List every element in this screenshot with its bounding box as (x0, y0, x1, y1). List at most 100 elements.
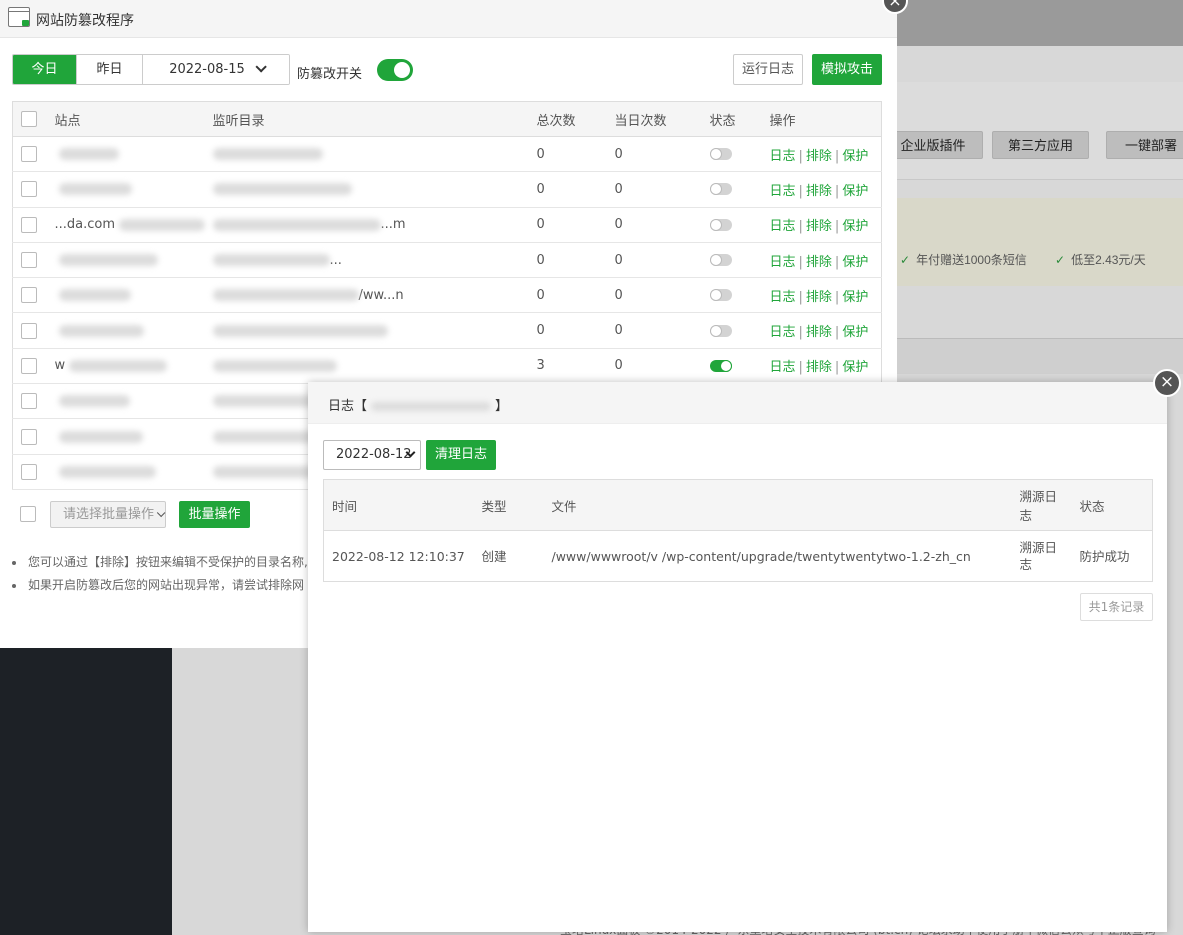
log-link[interactable]: 日志 (770, 325, 796, 340)
log-link[interactable]: 日志 (770, 149, 796, 164)
redacted-text (58, 430, 143, 443)
status-toggle[interactable] (709, 289, 732, 302)
batch-operation-button[interactable]: 批量操作 (179, 501, 250, 528)
batch-operation-select[interactable]: 请选择批量操作 (50, 501, 166, 528)
redacted-text (58, 148, 119, 161)
clear-log-button[interactable]: 清理日志 (426, 440, 496, 470)
row-checkbox[interactable] (21, 393, 37, 410)
promo-item: ✓ 年付赠送1000条短信 (900, 253, 1027, 267)
tip-item: 如果开启防篡改后您的网站出现异常，请尝试排除网 (12, 574, 312, 597)
separator: | (798, 254, 803, 270)
separator: | (834, 289, 840, 305)
column-header: 时间 (323, 479, 474, 531)
site-name: ...da.com (54, 217, 116, 233)
table-row: 0 0 日志 | 排除 | 保护 (12, 136, 882, 173)
one-click-deploy-button[interactable]: 一键部署 (1106, 131, 1183, 159)
select-all-checkbox[interactable] (21, 111, 37, 127)
row-checkbox[interactable] (21, 252, 37, 269)
log-status: 防护成功 (1079, 548, 1130, 564)
status-toggle[interactable] (709, 359, 732, 372)
tab-yesterday[interactable]: 昨日 (77, 55, 143, 84)
redacted-text (58, 254, 158, 267)
protect-link[interactable]: 保护 (842, 184, 868, 199)
protect-link[interactable]: 保护 (842, 290, 868, 305)
switch-label: 防篡改开关 (297, 67, 363, 82)
column-header: 当日次数 (614, 101, 710, 137)
column-header: 总次数 (536, 101, 615, 137)
redacted-text (58, 395, 130, 408)
row-checkbox[interactable] (21, 216, 37, 233)
log-link[interactable]: 日志 (770, 360, 796, 375)
status-toggle[interactable] (709, 324, 732, 337)
row-checkbox[interactable] (21, 287, 37, 304)
column-header: 文件 (543, 479, 1012, 531)
window-lock-icon (8, 7, 30, 27)
check-icon: ✓ (1055, 253, 1066, 267)
log-table: 时间 类型 文件 溯源日志 状态 2022-08-12 12:10:37 创建 … (323, 479, 1153, 582)
run-log-button[interactable]: 运行日志 (733, 54, 803, 85)
row-checkbox[interactable] (21, 146, 37, 163)
separator: | (834, 254, 840, 270)
protect-link[interactable]: 保护 (842, 325, 868, 340)
exclude-link[interactable]: 排除 (806, 325, 832, 340)
exclude-link[interactable]: 排除 (806, 184, 832, 199)
exclude-link[interactable]: 排除 (806, 149, 832, 164)
protect-link[interactable]: 保护 (842, 219, 868, 234)
row-checkbox[interactable] (21, 428, 37, 445)
tab-today[interactable]: 今日 (13, 55, 77, 84)
today-count: 0 (614, 277, 710, 314)
enterprise-plugins-button[interactable]: 企业版插件 (883, 131, 983, 159)
source-log-link[interactable]: 溯源日志 (1012, 531, 1072, 582)
exclude-link[interactable]: 排除 (806, 290, 832, 305)
total-count: 3 (536, 348, 615, 385)
separator: | (834, 325, 840, 341)
simulate-attack-button[interactable]: 模拟攻击 (812, 54, 882, 85)
log-link[interactable]: 日志 (770, 184, 796, 199)
watch-directory: ...m (380, 217, 406, 233)
redacted-text (58, 465, 156, 478)
date-picker-value: 2022-08-15 (169, 62, 245, 77)
log-date-select[interactable]: 2022-08-12 (323, 440, 421, 470)
row-checkbox[interactable] (21, 463, 37, 480)
log-date-value: 2022-08-12 (336, 447, 412, 462)
check-icon: ✓ (900, 253, 911, 267)
chevron-down-icon (156, 508, 166, 518)
row-checkbox[interactable] (21, 357, 37, 374)
today-count: 0 (614, 207, 710, 243)
watch-directory: ... (329, 252, 342, 268)
exclude-link[interactable]: 排除 (806, 360, 832, 375)
promo-item: ✓ 低至2.43元/天 (1055, 253, 1146, 267)
row-checkbox[interactable] (21, 181, 37, 198)
third-party-apps-button[interactable]: 第三方应用 (992, 131, 1089, 159)
column-header: 类型 (473, 479, 544, 531)
separator: | (798, 219, 803, 235)
status-toggle[interactable] (709, 148, 732, 161)
column-header: 状态 (709, 101, 770, 137)
redacted-text (212, 254, 330, 267)
tamper-proof-switch[interactable] (377, 59, 413, 81)
log-link[interactable]: 日志 (770, 219, 796, 234)
row-checkbox[interactable] (21, 322, 37, 339)
table-header-row: 时间 类型 文件 溯源日志 状态 (323, 479, 1153, 531)
exclude-link[interactable]: 排除 (806, 255, 832, 270)
exclude-link[interactable]: 排除 (806, 219, 832, 234)
table-row: 0 0 日志 | 排除 | 保护 (12, 171, 882, 208)
log-type: 创建 (481, 548, 507, 564)
log-link[interactable]: 日志 (770, 255, 796, 270)
log-link[interactable]: 日志 (770, 290, 796, 305)
date-picker[interactable]: 2022-08-15 (143, 55, 289, 84)
separator: | (798, 289, 803, 305)
close-icon[interactable]: × (1153, 369, 1181, 397)
separator: | (834, 360, 840, 376)
column-header: 站点 (54, 101, 213, 137)
redacted-text (212, 183, 352, 196)
protect-link[interactable]: 保护 (842, 360, 868, 375)
status-toggle[interactable] (709, 218, 732, 231)
protect-link[interactable]: 保护 (842, 149, 868, 164)
site-name: w (54, 358, 66, 374)
batch-select-checkbox[interactable] (20, 506, 36, 522)
protect-link[interactable]: 保护 (842, 255, 868, 270)
status-toggle[interactable] (709, 183, 732, 196)
table-row: ...da.com ...m 0 0 日志 | 排除 | 保护 (12, 207, 882, 243)
status-toggle[interactable] (709, 254, 732, 267)
